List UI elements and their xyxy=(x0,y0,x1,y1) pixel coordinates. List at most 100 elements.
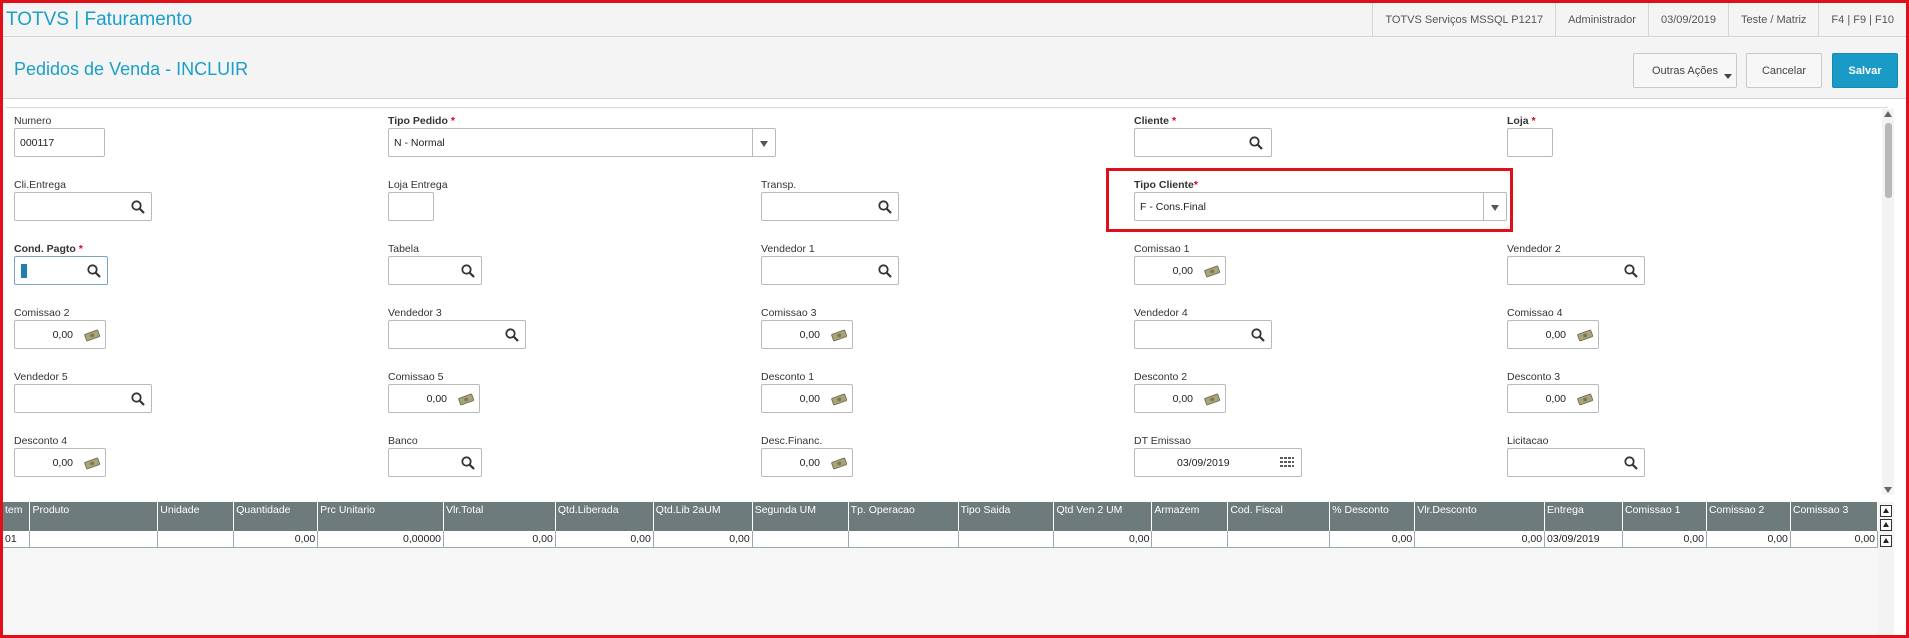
transp-input[interactable] xyxy=(761,192,899,221)
scroll-up-icon[interactable] xyxy=(1884,111,1892,117)
grid-header[interactable]: Comissao 2 xyxy=(1706,502,1791,531)
scroll-up-icon[interactable] xyxy=(1880,535,1892,547)
cli-entrega-input[interactable] xyxy=(14,192,152,221)
chevron-down-icon[interactable] xyxy=(752,129,775,156)
search-icon[interactable] xyxy=(460,263,476,279)
vendedor4-input[interactable] xyxy=(1134,320,1272,349)
money-icon[interactable] xyxy=(830,455,848,471)
grid-header[interactable]: Cod. Fiscal xyxy=(1227,502,1331,531)
money-icon[interactable] xyxy=(1576,391,1594,407)
search-icon[interactable] xyxy=(86,263,102,279)
licitacao-input[interactable] xyxy=(1507,448,1645,477)
tabela-input[interactable] xyxy=(388,256,482,285)
vendedor2-input[interactable] xyxy=(1507,256,1645,285)
vendedor5-input[interactable] xyxy=(14,384,152,413)
grid-header[interactable]: Quantidade xyxy=(233,502,319,531)
cancel-button[interactable]: Cancelar xyxy=(1746,53,1822,88)
grid-header[interactable]: Comissao 3 xyxy=(1790,502,1879,531)
desc-financ-input[interactable]: 0,00 xyxy=(761,448,853,477)
grid-header[interactable]: Armazem xyxy=(1151,502,1229,531)
grid-header[interactable]: Comissao 1 xyxy=(1622,502,1707,531)
grid-cell[interactable]: 0,00 xyxy=(233,531,319,548)
vendedor3-input[interactable] xyxy=(388,320,526,349)
search-icon[interactable] xyxy=(1623,455,1639,471)
grid-header[interactable]: Qtd Ven 2 UM xyxy=(1053,502,1153,531)
grid-header[interactable]: Vlr.Desconto xyxy=(1414,502,1546,531)
money-icon[interactable] xyxy=(457,391,475,407)
grid-header[interactable]: Tp. Operacao xyxy=(848,502,959,531)
grid-cell[interactable]: 01 xyxy=(3,531,31,548)
comissao5-input[interactable]: 0,00 xyxy=(388,384,480,413)
scroll-top-icon[interactable] xyxy=(1880,505,1892,517)
grid-header[interactable]: % Desconto xyxy=(1329,502,1416,531)
grid-header[interactable]: Produto xyxy=(29,502,159,531)
grid-cell[interactable]: 0,00 xyxy=(1622,531,1707,548)
other-actions-button[interactable]: Outras Ações xyxy=(1633,53,1737,88)
grid-cell[interactable]: 0,00 xyxy=(1414,531,1546,548)
grid-header[interactable]: Tipo Saida xyxy=(958,502,1055,531)
form-scrollbar[interactable] xyxy=(1882,109,1894,495)
search-icon[interactable] xyxy=(504,327,520,343)
grid-header[interactable]: Vlr.Total xyxy=(443,502,556,531)
grid-cell[interactable] xyxy=(1227,531,1331,548)
comissao4-input[interactable]: 0,00 xyxy=(1507,320,1599,349)
company-info[interactable]: Teste / Matriz xyxy=(1728,3,1818,37)
cond-pagto-input[interactable] xyxy=(14,256,108,285)
grid-cell[interactable]: 0,00 xyxy=(1053,531,1153,548)
grid-cell[interactable] xyxy=(157,531,235,548)
money-icon[interactable] xyxy=(830,391,848,407)
grid-cell[interactable] xyxy=(752,531,849,548)
grid-header[interactable]: Prc Unitario xyxy=(317,502,445,531)
grid-cell[interactable]: 0,00 xyxy=(443,531,556,548)
grid-cell[interactable]: 03/09/2019 xyxy=(1544,531,1623,548)
grid-header[interactable]: Qtd.Liberada xyxy=(555,502,654,531)
grid-header[interactable]: Qtd.Lib 2aUM xyxy=(653,502,753,531)
search-icon[interactable] xyxy=(1248,135,1264,151)
grid-cell[interactable]: 0,00 xyxy=(1706,531,1791,548)
grid-cell[interactable]: 0,00 xyxy=(1329,531,1416,548)
grid-header[interactable]: tem xyxy=(3,502,31,531)
banco-input[interactable] xyxy=(388,448,482,477)
table-row[interactable]: 01 0,00 0,00000 0,00 0,00 0,00 0,00 0,00… xyxy=(3,531,1879,548)
search-icon[interactable] xyxy=(130,199,146,215)
money-icon[interactable] xyxy=(1203,263,1221,279)
comissao2-input[interactable]: 0,00 xyxy=(14,320,106,349)
scroll-page-up-icon[interactable] xyxy=(1880,519,1892,531)
search-icon[interactable] xyxy=(877,199,893,215)
grid-header[interactable]: Segunda UM xyxy=(752,502,849,531)
grid-cell[interactable]: 0,00 xyxy=(555,531,654,548)
search-icon[interactable] xyxy=(130,391,146,407)
grid-cell[interactable] xyxy=(848,531,959,548)
search-icon[interactable] xyxy=(460,455,476,471)
tipo-pedido-select[interactable]: N - Normal xyxy=(388,128,776,157)
money-icon[interactable] xyxy=(83,327,101,343)
grid-header[interactable]: Entrega xyxy=(1544,502,1623,531)
grid-cell[interactable] xyxy=(958,531,1055,548)
search-icon[interactable] xyxy=(1623,263,1639,279)
grid-cell[interactable] xyxy=(1151,531,1229,548)
scroll-thumb[interactable] xyxy=(1885,123,1892,198)
numero-input[interactable]: 000117 xyxy=(14,128,105,157)
desconto4-input[interactable]: 0,00 xyxy=(14,448,106,477)
loja-input[interactable] xyxy=(1507,128,1553,157)
money-icon[interactable] xyxy=(1203,391,1221,407)
grid-cell[interactable]: 0,00 xyxy=(1790,531,1879,548)
grid-scrollbar[interactable] xyxy=(1878,502,1894,635)
grid-cell[interactable]: 0,00000 xyxy=(317,531,445,548)
grid-header[interactable]: Unidade xyxy=(157,502,235,531)
loja-entrega-input[interactable] xyxy=(388,192,434,221)
scroll-down-icon[interactable] xyxy=(1884,487,1892,493)
search-icon[interactable] xyxy=(1250,327,1266,343)
grid-cell[interactable] xyxy=(29,531,159,548)
comissao3-input[interactable]: 0,00 xyxy=(761,320,853,349)
comissao1-input[interactable]: 0,00 xyxy=(1134,256,1226,285)
cliente-input[interactable] xyxy=(1134,128,1272,157)
calendar-icon[interactable] xyxy=(1279,455,1295,471)
vendedor1-input[interactable] xyxy=(761,256,899,285)
grid-cell[interactable]: 0,00 xyxy=(653,531,753,548)
money-icon[interactable] xyxy=(1576,327,1594,343)
search-icon[interactable] xyxy=(877,263,893,279)
save-button[interactable]: Salvar xyxy=(1832,53,1898,88)
desconto3-input[interactable]: 0,00 xyxy=(1507,384,1599,413)
desconto2-input[interactable]: 0,00 xyxy=(1134,384,1226,413)
